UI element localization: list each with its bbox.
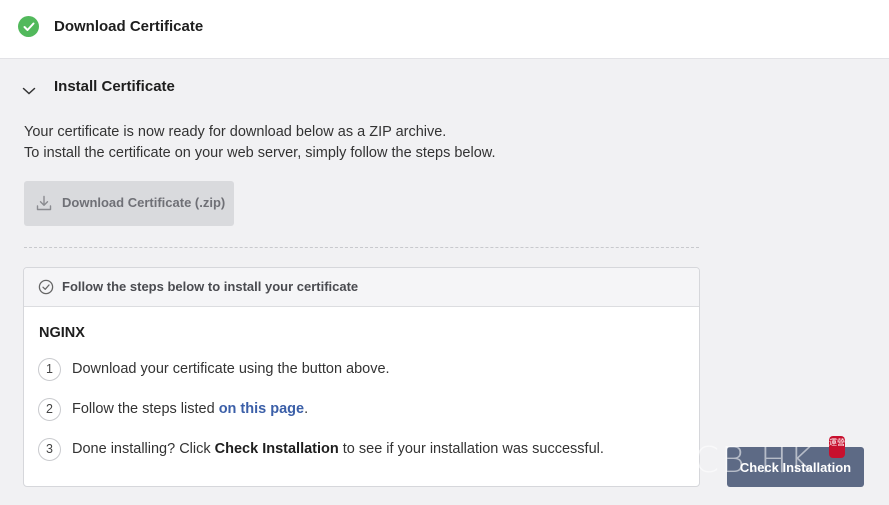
step-text: Download your certificate using the butt… — [72, 361, 390, 377]
step-title: Download Certificate — [54, 18, 204, 35]
intro-line-2: To install the certificate on your web s… — [24, 145, 496, 161]
install-certificate-header[interactable]: Install Certificate — [0, 59, 889, 115]
check-circle-icon — [18, 16, 39, 37]
intro-line-1: Your certificate is now ready for downlo… — [24, 124, 447, 140]
divider — [24, 247, 699, 248]
instructions-link[interactable]: on this page — [219, 401, 304, 417]
step-number: 1 — [38, 357, 61, 381]
step-text-before: Follow the steps listed — [72, 401, 219, 417]
step-item: 1 Download your certificate using the bu… — [38, 357, 390, 381]
step-emphasis: Check Installation — [214, 441, 339, 457]
intro-text: Your certificate is now ready for downlo… — [24, 122, 495, 164]
download-zip-button[interactable]: Download Certificate (.zip) — [24, 181, 234, 226]
seal-stamp: 運營 — [829, 436, 845, 458]
chevron-down-icon[interactable] — [22, 83, 36, 95]
server-type-title: NGINX — [39, 325, 85, 341]
card-header-text: Follow the steps below to install your c… — [62, 279, 359, 294]
install-steps-card: Follow the steps below to install your c… — [23, 267, 700, 487]
download-icon — [36, 195, 52, 211]
step-text-before: Done installing? Click — [72, 441, 215, 457]
download-certificate-step: Download Certificate — [0, 0, 889, 59]
step-text: Done installing? Click Check Installatio… — [72, 441, 604, 457]
step-number: 3 — [38, 437, 61, 461]
check-outline-circle-icon — [38, 279, 54, 295]
step-number: 2 — [38, 397, 61, 421]
download-zip-label: Download Certificate (.zip) — [62, 195, 226, 210]
step-text: Follow the steps listed on this page. — [72, 401, 308, 417]
step-item: 3 Done installing? Click Check Installat… — [38, 437, 604, 461]
step-item: 2 Follow the steps listed on this page. — [38, 397, 308, 421]
card-header: Follow the steps below to install your c… — [24, 268, 699, 307]
step-text-after: . — [304, 401, 309, 417]
step-text-after: to see if your installation was successf… — [338, 441, 604, 457]
section-title: Install Certificate — [54, 78, 175, 95]
